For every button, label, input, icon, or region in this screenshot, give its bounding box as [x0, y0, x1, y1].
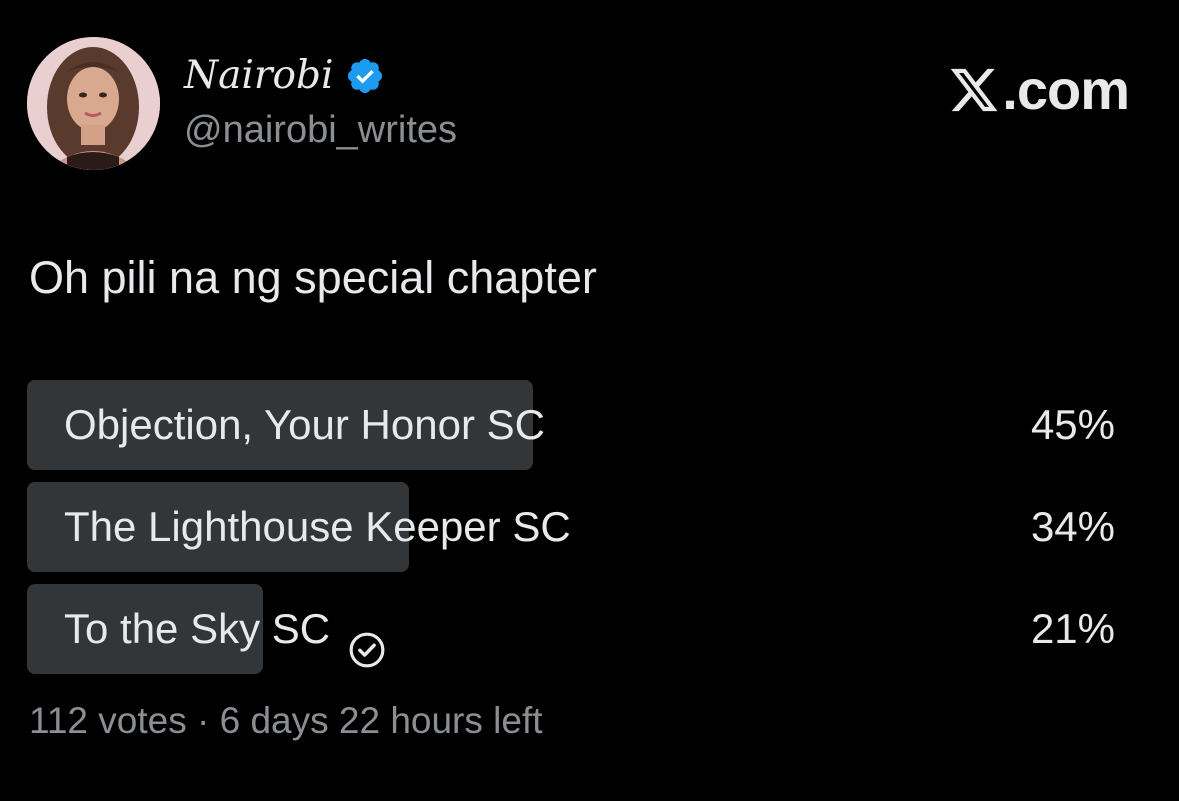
poll: Objection, Your Honor SC 45% The Lightho… [27, 380, 1127, 686]
avatar[interactable] [27, 37, 160, 170]
poll-option-percent: 21% [1030, 605, 1115, 652]
author-display-name[interactable]: Nairobi [184, 52, 333, 100]
poll-option-label: The Lighthouse Keeper SC [64, 503, 571, 550]
poll-option-label: To the Sky SC [64, 605, 331, 652]
poll-option[interactable]: To the Sky SC 21% [27, 584, 1127, 674]
profile-photo [27, 37, 160, 170]
poll-time-left: 6 days 22 hours left [219, 700, 543, 741]
poll-option[interactable]: Objection, Your Honor SC 45% [27, 380, 1127, 470]
tweet-text: Oh pili na ng special chapter [29, 252, 597, 303]
poll-option-percent: 45% [1030, 401, 1115, 448]
x-logo-icon [948, 64, 1000, 116]
verified-badge-icon [345, 56, 385, 96]
brand-watermark: .com [948, 58, 1130, 122]
poll-vote-count: 112 votes [29, 700, 187, 741]
author-handle[interactable]: @nairobi_writes [184, 106, 457, 154]
poll-option-label-row: To the Sky SC [64, 584, 386, 674]
author-name[interactable]: Nairobi [184, 52, 385, 100]
check-circle-icon [348, 610, 386, 668]
poll-footer: 112 votes · 6 days 22 hours left [29, 698, 543, 744]
brand-label: .com [1002, 58, 1130, 121]
poll-option-label: Objection, Your Honor SC [64, 401, 545, 448]
poll-option-percent: 34% [1030, 503, 1115, 550]
poll-separator: · [196, 700, 220, 741]
poll-option[interactable]: The Lighthouse Keeper SC 34% [27, 482, 1127, 572]
